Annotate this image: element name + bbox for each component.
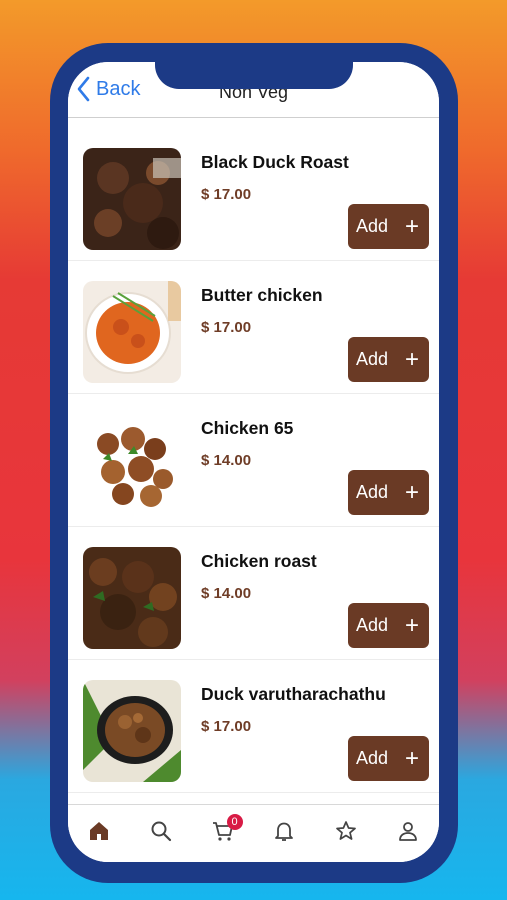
plus-icon: + bbox=[404, 611, 419, 639]
add-label: Add bbox=[356, 748, 389, 768]
add-button[interactable]: Add + bbox=[348, 204, 429, 249]
tab-notifications[interactable] bbox=[269, 819, 299, 849]
phone-notch bbox=[155, 43, 353, 89]
tab-search[interactable] bbox=[146, 819, 176, 849]
add-label: Add bbox=[356, 349, 389, 369]
tab-home[interactable] bbox=[84, 819, 114, 849]
add-label: Add bbox=[356, 615, 389, 635]
product-price: $ 17.00 bbox=[201, 186, 252, 203]
list-item: Chicken 65 $ 14.00 Add + bbox=[68, 394, 439, 527]
product-price: $ 17.00 bbox=[201, 319, 252, 336]
list-item: Black Duck Roast $ 17.00 Add + bbox=[68, 128, 439, 261]
list-item: Duck varutharachathu $ 17.00 Add + bbox=[68, 660, 439, 793]
cart-count-badge: 0 bbox=[226, 814, 243, 830]
product-price: $ 14.00 bbox=[201, 585, 252, 602]
product-image bbox=[83, 547, 181, 649]
plus-icon: + bbox=[404, 212, 419, 240]
bell-icon bbox=[275, 822, 294, 841]
tab-cart[interactable]: 0 bbox=[208, 814, 243, 849]
product-name: Black Duck Roast bbox=[201, 152, 349, 172]
product-image bbox=[83, 414, 181, 516]
product-name: Butter chicken bbox=[201, 285, 323, 305]
product-price: $ 14.00 bbox=[201, 452, 252, 469]
add-button[interactable]: Add + bbox=[348, 603, 429, 648]
add-button[interactable]: Add + bbox=[348, 736, 429, 781]
add-label: Add bbox=[356, 216, 389, 236]
star-icon bbox=[336, 821, 357, 840]
plus-icon: + bbox=[404, 744, 419, 772]
tab-favorites[interactable] bbox=[331, 819, 361, 849]
list-item: Butter chicken $ 17.00 Add + bbox=[68, 261, 439, 394]
home-icon bbox=[89, 822, 108, 840]
product-name: Chicken 65 bbox=[201, 418, 294, 438]
product-image bbox=[83, 680, 181, 782]
product-price: $ 17.00 bbox=[201, 718, 252, 735]
add-button[interactable]: Add + bbox=[348, 470, 429, 515]
plus-icon: + bbox=[404, 345, 419, 373]
add-label: Add bbox=[356, 482, 389, 502]
add-button[interactable]: Add + bbox=[348, 337, 429, 382]
bottom-tab-bar: 0 bbox=[68, 804, 439, 862]
product-list: Black Duck Roast $ 17.00 Add + Butter ch… bbox=[68, 128, 439, 793]
list-item: Chicken roast $ 14.00 Add + bbox=[68, 527, 439, 660]
search-icon bbox=[151, 821, 171, 842]
user-icon bbox=[399, 822, 417, 841]
app-screen: Back Non Veg Black Duck Roast $ 17.00 Ad… bbox=[68, 62, 439, 862]
tab-profile[interactable] bbox=[393, 819, 423, 849]
product-image bbox=[83, 148, 181, 250]
product-name: Duck varutharachathu bbox=[201, 684, 386, 704]
product-image bbox=[83, 281, 181, 383]
plus-icon: + bbox=[404, 478, 419, 506]
product-name: Chicken roast bbox=[201, 551, 317, 571]
